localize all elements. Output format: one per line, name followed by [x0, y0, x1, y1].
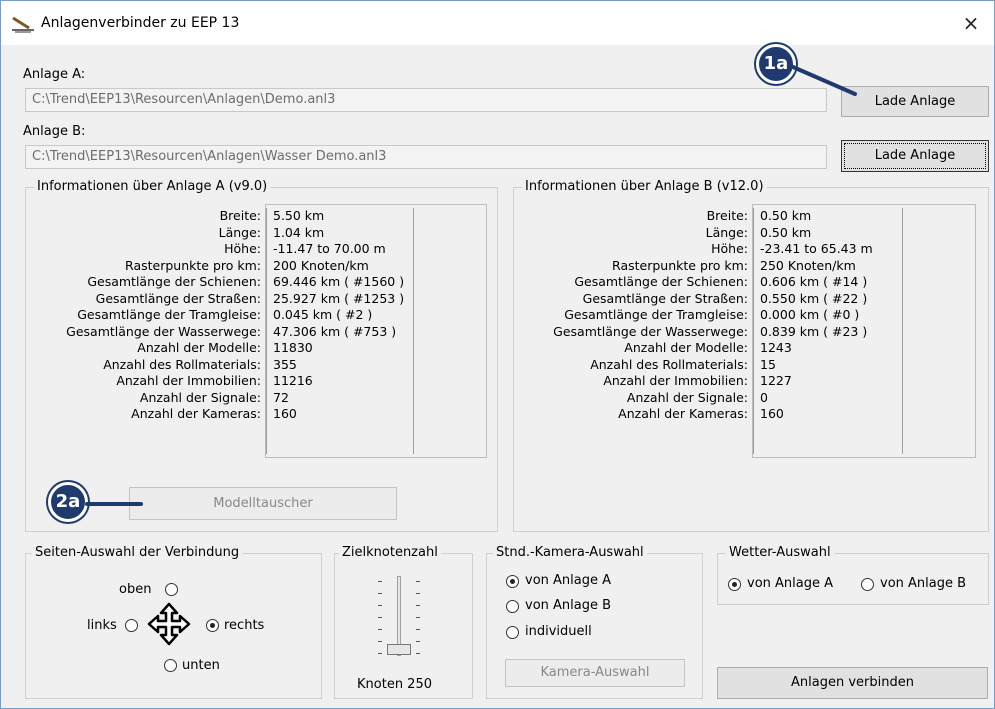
anlage-a-label: Anlage A:	[23, 67, 86, 82]
anlage-a-path-field[interactable]: C:\Trend\EEP13\Resourcen\Anlagen\Demo.an…	[25, 88, 827, 112]
unten-radio[interactable]	[164, 659, 177, 672]
title-bar: Anlagenverbinder zu EEP 13 ×	[1, 1, 994, 45]
zielknoten-value-label: Knoten 250	[357, 677, 432, 692]
info-anlage-b-labels: Breite: Länge: Höhe: Rasterpunkte pro km: Ge…	[553, 208, 748, 421]
info-anlage-a-title: Informationen über Anlage A (v9.0)	[34, 179, 271, 195]
direction-arrows-icon	[147, 602, 191, 646]
lade-anlage-b-button[interactable]: Lade Anlage	[841, 140, 989, 172]
window-title: Anlagenverbinder zu EEP 13	[41, 15, 240, 31]
wetter-anlage-a-label: von Anlage A	[747, 576, 834, 591]
annotation-arrow-2a	[85, 502, 143, 506]
modelltauscher-button[interactable]: Modelltauscher	[129, 487, 397, 520]
seiten-auswahl-title: Seiten-Auswahl der Verbindung	[32, 545, 243, 561]
oben-label: oben	[119, 582, 152, 597]
kamera-anlage-a-radio[interactable]	[506, 575, 519, 588]
annotation-badge-1a: 1a	[756, 44, 796, 84]
links-label: links	[87, 618, 117, 633]
annotation-badge-2a: 2a	[48, 482, 88, 522]
app-icon	[12, 16, 34, 33]
zielknoten-slider-thumb[interactable]	[387, 644, 411, 655]
wetter-auswahl-title: Wetter-Auswahl	[726, 545, 834, 561]
annotation-arrow-1a	[791, 65, 857, 96]
kamera-anlage-a-label: von Anlage A	[525, 573, 612, 588]
info-anlage-b-values: 0.50 km 0.50 km -23.41 to 65.43 m 250 Knote…	[753, 208, 903, 454]
info-anlage-a-labels: Breite: Länge: Höhe: Rasterpunkte pro km: Ge…	[66, 208, 261, 421]
kamera-anlage-b-label: von Anlage B	[525, 598, 612, 613]
wetter-anlage-a-radio[interactable]	[728, 578, 741, 591]
lade-anlage-a-button[interactable]: Lade Anlage	[841, 86, 989, 117]
wetter-anlage-b-label: von Anlage B	[880, 576, 967, 591]
info-anlage-b-title: Informationen über Anlage B (v12.0)	[522, 179, 767, 195]
info-anlage-a-values: 5.50 km 1.04 km -11.47 to 70.00 m 200 Knote…	[266, 208, 414, 454]
unten-label: unten	[182, 658, 220, 673]
kamera-individuell-radio[interactable]	[506, 626, 519, 639]
kamera-auswahl-button[interactable]: Kamera-Auswahl	[505, 659, 685, 687]
dialog-window: Anlagenverbinder zu EEP 13 × Anlage A: C…	[0, 0, 995, 709]
rechts-radio[interactable]	[206, 619, 219, 632]
oben-radio[interactable]	[165, 583, 178, 596]
anlagen-verbinden-button[interactable]: Anlagen verbinden	[717, 667, 988, 699]
anlage-b-label: Anlage B:	[23, 124, 86, 139]
kamera-individuell-label: individuell	[525, 624, 592, 639]
kamera-auswahl-title: Stnd.-Kamera-Auswahl	[493, 545, 647, 561]
close-button[interactable]: ×	[948, 1, 994, 45]
wetter-anlage-b-radio[interactable]	[861, 578, 874, 591]
anlage-b-path-field[interactable]: C:\Trend\EEP13\Resourcen\Anlagen\Wasser …	[25, 145, 827, 169]
rechts-label: rechts	[224, 618, 265, 633]
links-radio[interactable]	[125, 619, 138, 632]
kamera-anlage-b-radio[interactable]	[506, 600, 519, 613]
zielknotenzahl-title: Zielknotenzahl	[339, 545, 441, 561]
